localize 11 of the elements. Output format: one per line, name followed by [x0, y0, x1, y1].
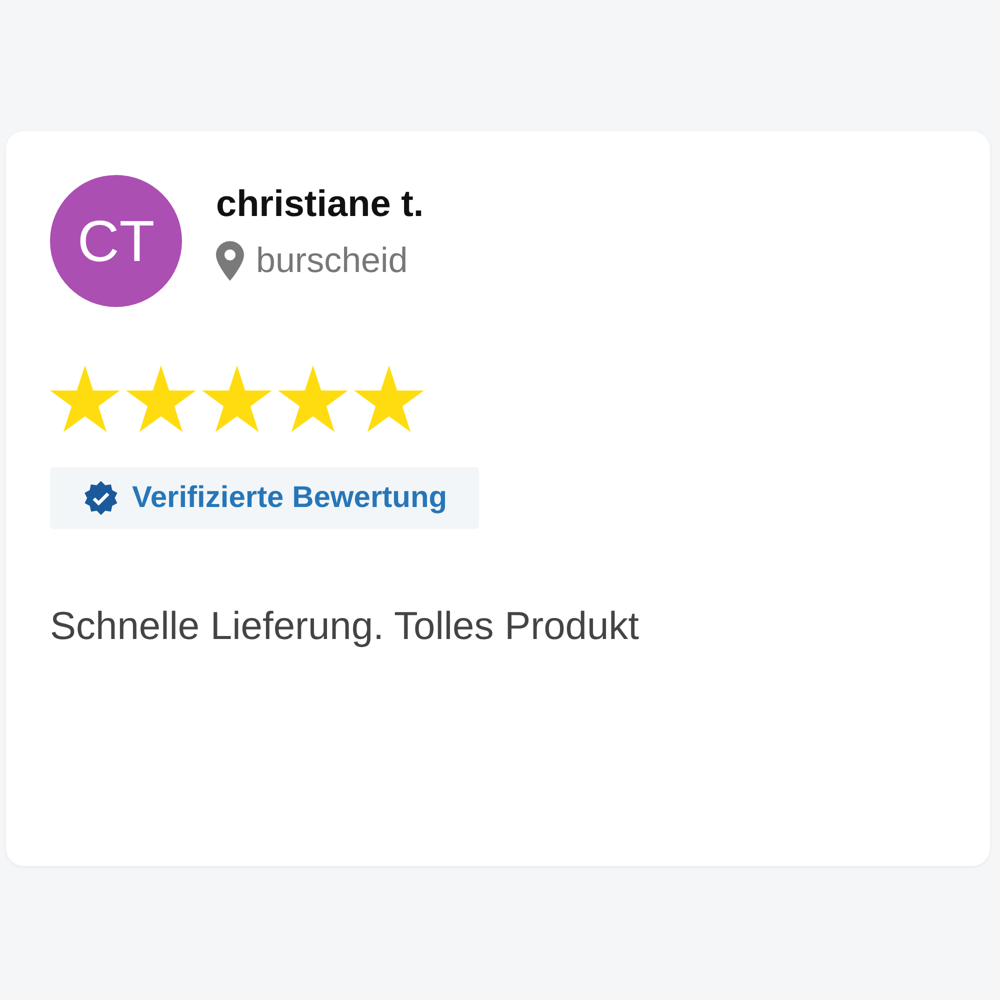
- star-icon: [126, 365, 196, 433]
- star-icon: [50, 365, 120, 433]
- star-icon: [202, 365, 272, 433]
- reviewer-name: christiane t.: [216, 183, 424, 225]
- reviewer-location: burscheid: [256, 241, 408, 281]
- review-text: Schnelle Lieferung. Tolles Produkt: [50, 605, 640, 649]
- location-pin-icon: [216, 241, 244, 281]
- avatar: CT: [50, 175, 182, 307]
- badge-label: Verifizierte Bewertung: [132, 481, 448, 515]
- star-icon: [278, 365, 348, 433]
- star-icon: [354, 365, 424, 433]
